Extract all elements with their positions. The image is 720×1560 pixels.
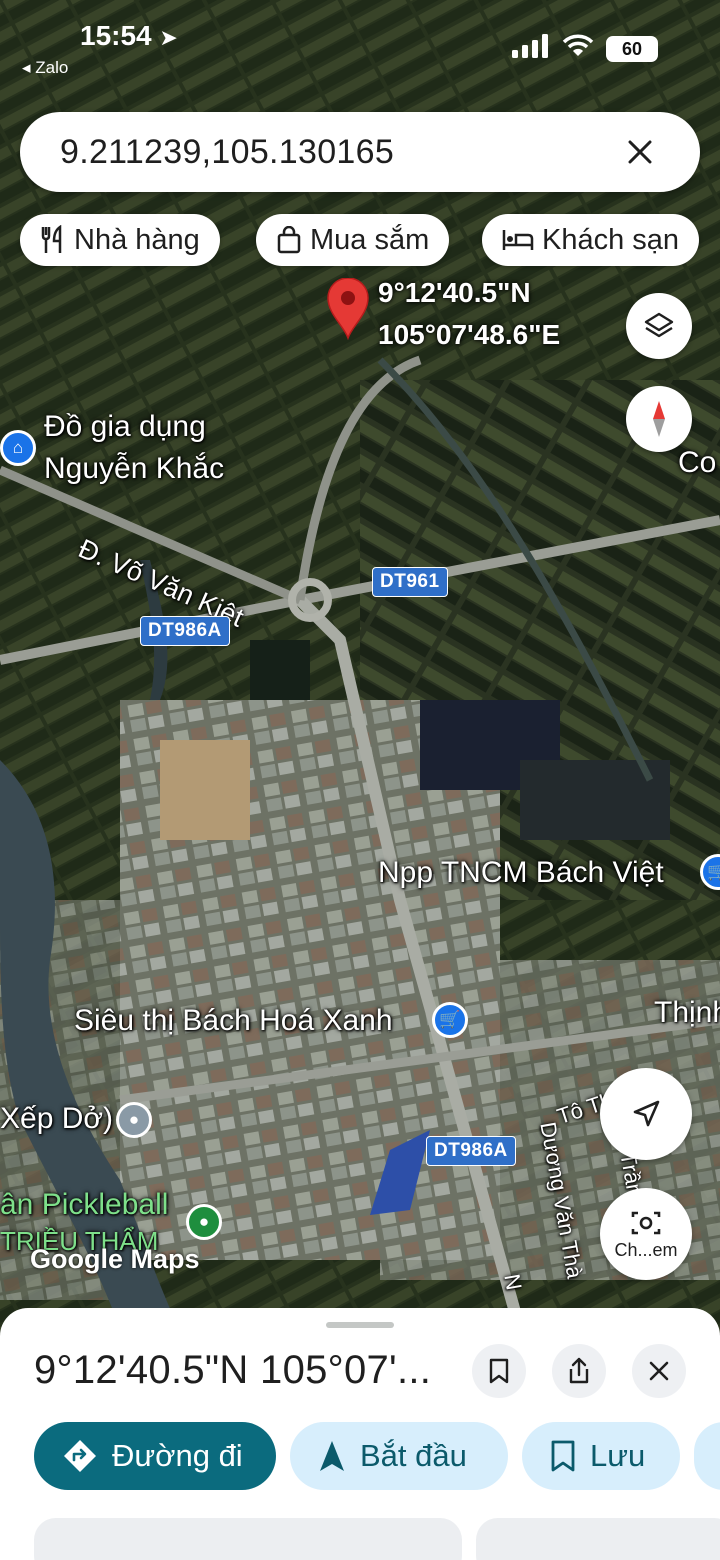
poi-label-do-gia-dung[interactable]: Đồ gia dụng — [44, 410, 206, 444]
bookmark-icon — [489, 1358, 509, 1384]
start-button[interactable]: Bắt đầu — [290, 1422, 508, 1490]
save-button[interactable]: Lưu — [522, 1422, 680, 1490]
search-input[interactable]: 9.211239,105.130165 — [60, 133, 620, 172]
poi-label-xep-do[interactable]: Xếp Dở) — [0, 1102, 113, 1136]
chip-restaurants[interactable]: Nhà hàng — [20, 214, 220, 266]
drag-handle[interactable] — [326, 1322, 394, 1328]
road-shield-dt986a: DT986A — [140, 616, 230, 646]
save-place-button[interactable] — [472, 1344, 526, 1398]
edge-label-co: Co — [678, 446, 717, 479]
search-bar[interactable]: 9.211239,105.130165 — [20, 112, 700, 192]
save-label: Lưu — [590, 1438, 646, 1473]
place-pin-icon[interactable]: ● — [116, 1102, 152, 1138]
poi-label-pickleball[interactable]: ân Pickleball — [0, 1188, 168, 1222]
camera-search-button[interactable]: Ch...em — [600, 1188, 692, 1280]
camera-lens-icon — [631, 1211, 661, 1234]
close-icon — [628, 140, 652, 164]
back-app-name: Zalo — [35, 58, 69, 77]
location-marker-icon[interactable] — [326, 277, 370, 345]
poi-label-nguyen-khac[interactable]: Nguyễn Khắc — [44, 452, 224, 486]
close-icon — [649, 1361, 669, 1381]
road-shield-dt986a-bottom: DT986A — [426, 1136, 516, 1166]
chip-shopping[interactable]: Mua sắm — [256, 214, 450, 266]
clear-search-button[interactable] — [620, 132, 660, 172]
shopping-bag-icon — [277, 226, 301, 254]
place-title: 9°12'40.5"N 105°07'... — [34, 1348, 432, 1392]
marker-coordinates: 9°12'40.5"N 105°07'48.6"E — [378, 272, 560, 356]
my-location-button[interactable] — [600, 1068, 692, 1160]
info-card[interactable] — [34, 1518, 462, 1560]
info-card[interactable] — [476, 1518, 720, 1560]
layers-icon — [644, 312, 674, 338]
more-actions-button[interactable] — [694, 1422, 720, 1490]
navigation-arrow-icon — [633, 1100, 660, 1127]
close-sheet-button[interactable] — [632, 1344, 686, 1398]
status-icons — [512, 34, 594, 58]
chip-label: Mua sắm — [310, 223, 430, 256]
battery-indicator: 60 — [606, 36, 658, 62]
status-time: 15:54 ➤ — [80, 20, 178, 52]
wifi-icon — [562, 34, 594, 56]
map-view[interactable]: ⌂ Đồ gia dụng Nguyễn Khắc Co Đ. Võ Văn K… — [0, 0, 720, 1330]
poi-label-npp[interactable]: Npp TNCM Bách Việt — [378, 856, 664, 890]
directions-button[interactable]: Đường đi — [34, 1422, 276, 1490]
navigation-arrow-icon — [320, 1441, 344, 1471]
share-icon — [569, 1357, 589, 1384]
start-label: Bắt đầu — [360, 1438, 467, 1473]
restaurant-icon — [41, 225, 62, 253]
sports-pin-icon[interactable]: ● — [186, 1204, 222, 1240]
shopping-pin-icon[interactable]: ⌂ — [0, 430, 36, 466]
directions-icon — [64, 1440, 96, 1472]
shopping-cart-pin-icon[interactable]: 🛒 — [432, 1002, 468, 1038]
marker-lng: 105°07'48.6"E — [378, 319, 561, 350]
location-arrow-icon: ➤ — [159, 25, 178, 50]
chip-label: Khách sạn — [542, 223, 680, 256]
google-maps-logo: Google Maps — [30, 1244, 200, 1274]
place-bottom-sheet[interactable]: 9°12'40.5"N 105°07'... Đường đi Bắt đầu — [0, 1308, 720, 1560]
back-caret-icon: ◂ — [22, 58, 31, 77]
compass-icon — [653, 401, 665, 437]
chip-hotels[interactable]: Khách sạn — [482, 214, 700, 266]
edge-label-thinh: Thịnh — [654, 996, 720, 1029]
back-to-app-link[interactable]: ◂ Zalo — [22, 58, 68, 78]
share-button[interactable] — [552, 1344, 606, 1398]
chip-label: Nhà hàng — [74, 223, 200, 256]
road-shield-dt961: DT961 — [372, 567, 448, 597]
clock-text: 15:54 — [80, 20, 152, 51]
camera-caption: Ch...em — [614, 1239, 678, 1260]
poi-label-sieu-thi[interactable]: Siêu thị Bách Hoá Xanh — [74, 1004, 393, 1038]
bookmark-icon — [551, 1440, 575, 1472]
marker-lat: 9°12'40.5"N — [378, 277, 531, 308]
layers-button[interactable] — [626, 293, 692, 359]
hotel-bed-icon — [502, 230, 534, 250]
compass-button[interactable] — [626, 386, 692, 452]
directions-label: Đường đi — [112, 1438, 243, 1473]
cellular-signal-icon — [512, 34, 548, 58]
